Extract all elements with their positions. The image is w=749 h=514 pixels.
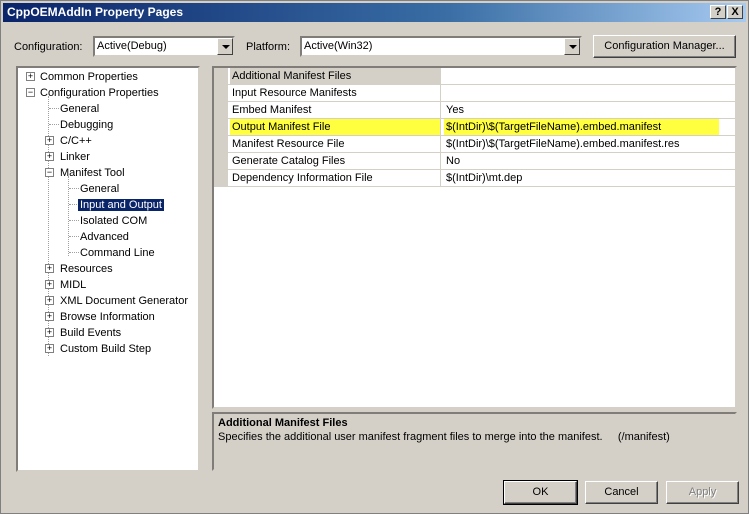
property-value[interactable]: $(IntDir)\$(TargetFileName).embed.manife…	[444, 136, 719, 152]
property-value[interactable]	[444, 85, 719, 101]
property-value[interactable]: No	[444, 153, 719, 169]
expand-icon[interactable]: +	[45, 280, 54, 289]
row-gutter	[214, 119, 228, 136]
tree-item-isolated-com[interactable]: Isolated COM	[78, 214, 149, 228]
chevron-down-icon[interactable]	[217, 38, 233, 55]
tree-item-debugging[interactable]: Debugging	[58, 118, 115, 132]
property-row[interactable]: Additional Manifest Files	[214, 68, 735, 85]
tree-item-browse-information[interactable]: Browse Information	[58, 310, 157, 324]
row-gutter	[214, 153, 228, 170]
title-bar[interactable]: CppOEMAddIn Property Pages ? X	[3, 3, 746, 22]
tree-item-configuration-properties[interactable]: Configuration Properties	[38, 86, 161, 100]
expand-icon[interactable]: +	[26, 72, 35, 81]
expand-icon[interactable]: +	[45, 312, 54, 321]
expand-icon[interactable]: +	[45, 136, 54, 145]
tree-item-cpp[interactable]: C/C++	[58, 134, 94, 148]
row-gutter	[214, 85, 228, 102]
tree-item-general[interactable]: General	[58, 102, 101, 116]
tree-item-advanced[interactable]: Advanced	[78, 230, 131, 244]
window-title: CppOEMAddIn Property Pages	[7, 5, 184, 19]
description-text: Specifies the additional user manifest f…	[218, 431, 670, 443]
row-gutter	[214, 102, 228, 119]
property-name: Embed Manifest	[230, 102, 441, 118]
tree-item-input-and-output[interactable]: Input and Output	[78, 198, 164, 212]
property-row[interactable]: Manifest Resource File $(IntDir)\$(Targe…	[214, 136, 735, 153]
collapse-icon[interactable]: −	[45, 168, 54, 177]
tree-item-manifest-tool[interactable]: Manifest Tool	[58, 166, 127, 180]
configuration-label: Configuration:	[14, 41, 83, 53]
description-title: Additional Manifest Files	[218, 417, 348, 429]
property-name: Generate Catalog Files	[230, 153, 441, 169]
configuration-manager-button[interactable]: Configuration Manager...	[593, 35, 736, 58]
row-gutter	[214, 136, 228, 153]
property-grid[interactable]: Additional Manifest Files Input Resource…	[212, 66, 737, 409]
row-gutter	[214, 170, 228, 187]
tree-item-midl[interactable]: MIDL	[58, 278, 88, 292]
tree-item-command-line[interactable]: Command Line	[78, 246, 157, 260]
property-value[interactable]: $(IntDir)\$(TargetFileName).embed.manife…	[444, 119, 719, 135]
tree-item-build-events[interactable]: Build Events	[58, 326, 123, 340]
property-value[interactable]: Yes	[444, 102, 719, 118]
property-row[interactable]: Embed Manifest Yes	[214, 102, 735, 119]
property-row[interactable]: Input Resource Manifests	[214, 85, 735, 102]
expand-icon[interactable]: +	[45, 152, 54, 161]
property-name: Output Manifest File	[230, 119, 441, 135]
cancel-button[interactable]: Cancel	[585, 481, 658, 504]
property-row[interactable]: Generate Catalog Files No	[214, 153, 735, 170]
row-gutter	[214, 68, 228, 85]
help-button[interactable]: ?	[710, 5, 726, 19]
tree-item-linker[interactable]: Linker	[58, 150, 92, 164]
tree-item-xml-document-generator[interactable]: XML Document Generator	[58, 294, 190, 308]
apply-button[interactable]: Apply	[666, 481, 739, 504]
property-name: Additional Manifest Files	[230, 68, 441, 84]
chevron-down-icon[interactable]	[564, 38, 580, 55]
expand-icon[interactable]: +	[45, 328, 54, 337]
settings-tree[interactable]: + Common Properties − Configuration Prop…	[16, 66, 200, 472]
description-panel: Additional Manifest Files Specifies the …	[212, 412, 737, 471]
platform-label: Platform:	[246, 41, 291, 53]
collapse-icon[interactable]: −	[26, 88, 35, 97]
configuration-value: Active(Debug)	[97, 40, 167, 52]
tree-item-resources[interactable]: Resources	[58, 262, 115, 276]
property-value[interactable]: $(IntDir)\mt.dep	[444, 170, 719, 186]
property-value[interactable]	[444, 68, 719, 84]
property-row[interactable]: Output Manifest File $(IntDir)\$(TargetF…	[214, 119, 735, 136]
close-button[interactable]: X	[727, 5, 743, 19]
expand-icon[interactable]: +	[45, 344, 54, 353]
tree-item-custom-build-step[interactable]: Custom Build Step	[58, 342, 153, 356]
property-name: Input Resource Manifests	[230, 85, 441, 101]
tree-item-common-properties[interactable]: Common Properties	[38, 70, 140, 84]
property-name: Manifest Resource File	[230, 136, 441, 152]
property-name: Dependency Information File	[230, 170, 441, 186]
expand-icon[interactable]: +	[45, 264, 54, 273]
property-row[interactable]: Dependency Information File $(IntDir)\mt…	[214, 170, 735, 187]
ok-button[interactable]: OK	[503, 480, 578, 505]
configuration-select[interactable]: Active(Debug)	[93, 36, 235, 57]
platform-select[interactable]: Active(Win32)	[300, 36, 582, 57]
platform-value: Active(Win32)	[304, 40, 373, 52]
property-pages-dialog: CppOEMAddIn Property Pages ? X Configura…	[0, 0, 749, 514]
expand-icon[interactable]: +	[45, 296, 54, 305]
tree-item-mt-general[interactable]: General	[78, 182, 121, 196]
